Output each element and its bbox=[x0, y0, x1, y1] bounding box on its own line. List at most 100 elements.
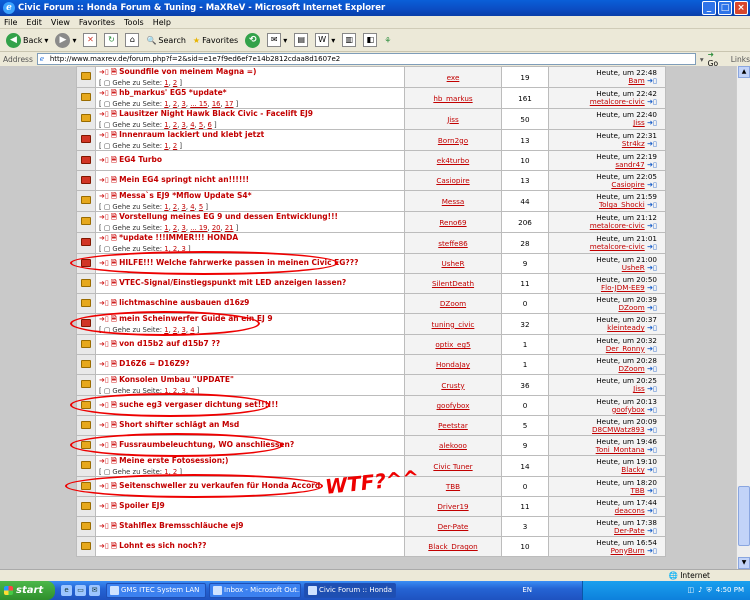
topic-author[interactable]: Peetstar bbox=[438, 421, 468, 430]
topic-title[interactable]: HILFE!!! Welche fahrwerke passen in mein… bbox=[119, 258, 358, 267]
page-link[interactable]: 1 bbox=[164, 142, 168, 150]
new-post-icon[interactable]: ➜▯ 🗎 bbox=[99, 259, 117, 267]
goto-last-post-icon[interactable]: ➜▯ bbox=[647, 221, 657, 230]
page-link[interactable]: 3 bbox=[182, 245, 186, 253]
last-post-user[interactable]: D8CMWatz893 bbox=[592, 425, 645, 434]
home-button[interactable]: ⌂ bbox=[123, 30, 141, 50]
topic-title[interactable]: Meine erste Fotosession;) bbox=[119, 456, 228, 465]
address-input[interactable]: http://www.maxrev.de/forum.php?f=2&sid=e… bbox=[36, 53, 696, 65]
tray-volume-icon[interactable]: ♪ bbox=[698, 581, 702, 600]
topic-title[interactable]: D16Z6 = D16Z9? bbox=[119, 359, 190, 368]
new-post-icon[interactable]: ➜▯ 🗎 bbox=[99, 522, 117, 530]
last-post-user[interactable]: Str4kz bbox=[622, 139, 645, 148]
page-link[interactable]: 21 bbox=[225, 224, 234, 232]
goto-last-post-icon[interactable]: ➜▯ bbox=[647, 200, 657, 209]
goto-last-post-icon[interactable]: ➜▯ bbox=[647, 425, 657, 434]
new-post-icon[interactable]: ➜▯ 🗎 bbox=[99, 457, 117, 465]
page-link[interactable]: 3 bbox=[182, 100, 186, 108]
page-link[interactable]: 1 bbox=[164, 245, 168, 253]
goto-last-post-icon[interactable]: ➜▯ bbox=[647, 118, 657, 127]
goto-last-post-icon[interactable]: ➜▯ bbox=[647, 405, 657, 414]
new-post-icon[interactable]: ➜▯ 🗎 bbox=[99, 131, 117, 139]
topic-author[interactable]: Messa bbox=[442, 197, 465, 206]
last-post-user[interactable]: metalcore-civic bbox=[590, 242, 645, 251]
last-post-user[interactable]: kleinteady bbox=[607, 323, 645, 332]
page-link[interactable]: 1 bbox=[164, 121, 168, 129]
quick-launch-ie-icon[interactable]: e bbox=[61, 585, 72, 596]
topic-title[interactable]: EG4 Turbo bbox=[119, 155, 162, 164]
last-post-user[interactable]: goofybox bbox=[612, 405, 645, 414]
goto-last-post-icon[interactable]: ➜▯ bbox=[647, 364, 657, 373]
page-link[interactable]: 3 bbox=[182, 387, 186, 395]
page-link[interactable]: 1 bbox=[164, 468, 168, 476]
page-link[interactable]: 5 bbox=[199, 203, 203, 211]
new-post-icon[interactable]: ➜▯ 🗎 bbox=[99, 441, 117, 449]
page-link[interactable]: 4 bbox=[190, 387, 194, 395]
favorites-button[interactable]: ★ Favorites bbox=[191, 30, 240, 50]
page-link[interactable]: ... 15 bbox=[190, 100, 207, 108]
topic-title[interactable]: Seitenschweller zu verkaufen für Honda A… bbox=[119, 481, 320, 490]
topic-author[interactable]: hb_markus bbox=[433, 94, 472, 103]
topic-title[interactable]: Fussraumbeleuchtung, WO anschliessen? bbox=[119, 440, 294, 449]
page-link[interactable]: 4 bbox=[190, 121, 194, 129]
page-link[interactable]: 4 bbox=[190, 203, 194, 211]
mail-button[interactable]: ✉ ▾ bbox=[265, 30, 289, 50]
page-link[interactable]: 1 bbox=[164, 224, 168, 232]
links-label[interactable]: Links bbox=[731, 55, 750, 64]
goto-last-post-icon[interactable]: ➜▯ bbox=[647, 445, 657, 454]
goto-last-post-icon[interactable]: ➜▯ bbox=[647, 242, 657, 251]
new-post-icon[interactable]: ➜▯ 🗎 bbox=[99, 502, 117, 510]
tray-network-icon[interactable]: ◫ bbox=[687, 581, 694, 600]
new-post-icon[interactable]: ➜▯ 🗎 bbox=[99, 360, 117, 368]
page-link[interactable]: 2 bbox=[173, 224, 177, 232]
page-link[interactable]: 2 bbox=[173, 203, 177, 211]
last-post-user[interactable]: Bam bbox=[628, 76, 644, 85]
discuss-button[interactable]: ▥ bbox=[340, 30, 358, 50]
goto-last-post-icon[interactable]: ➜▯ bbox=[647, 160, 657, 169]
new-post-icon[interactable]: ➜▯ 🗎 bbox=[99, 482, 117, 490]
topic-title[interactable]: hb_markus' EG5 *update* bbox=[119, 88, 227, 97]
menu-help[interactable]: Help bbox=[153, 16, 171, 28]
topic-title[interactable]: von d15b2 auf d15b7 ?? bbox=[119, 339, 220, 348]
topic-title[interactable]: mein Scheinwerfer Guide an ein EJ 9 bbox=[119, 314, 272, 323]
goto-last-post-icon[interactable]: ➜▯ bbox=[647, 486, 657, 495]
new-post-icon[interactable]: ➜▯ 🗎 bbox=[99, 401, 117, 409]
last-post-user[interactable]: Tolga_Shocki bbox=[599, 200, 645, 209]
goto-last-post-icon[interactable]: ➜▯ bbox=[647, 526, 657, 535]
goto-last-post-icon[interactable]: ➜▯ bbox=[647, 180, 657, 189]
goto-last-post-icon[interactable]: ➜▯ bbox=[647, 303, 657, 312]
new-post-icon[interactable]: ➜▯ 🗎 bbox=[99, 279, 117, 287]
start-button[interactable]: start bbox=[0, 581, 55, 600]
page-link[interactable]: 2 bbox=[173, 326, 177, 334]
topic-title[interactable]: suche eg3 vergaser dichtung set!!!!!! bbox=[119, 400, 278, 409]
topic-author[interactable]: Reno69 bbox=[439, 218, 466, 227]
last-post-user[interactable]: Flo-JDM-EE9 bbox=[601, 283, 645, 292]
new-post-icon[interactable]: ➜▯ 🗎 bbox=[99, 89, 117, 97]
topic-author[interactable]: Civic Tuner bbox=[433, 462, 472, 471]
page-link[interactable]: 3 bbox=[182, 224, 186, 232]
goto-last-post-icon[interactable]: ➜▯ bbox=[647, 506, 657, 515]
topic-author[interactable]: ek4turbo bbox=[437, 156, 469, 165]
topic-author[interactable]: DZoom bbox=[440, 299, 466, 308]
last-post-user[interactable]: metalcore-civic bbox=[590, 97, 645, 106]
topic-author[interactable]: alekooo bbox=[439, 441, 467, 450]
topic-title[interactable]: Spoiler EJ9 bbox=[119, 501, 165, 510]
taskbar-item-inbox[interactable]: Inbox - Microsoft Out... bbox=[209, 583, 301, 598]
menu-favorites[interactable]: Favorites bbox=[79, 16, 115, 28]
goto-last-post-icon[interactable]: ➜▯ bbox=[647, 97, 657, 106]
goto-last-post-icon[interactable]: ➜▯ bbox=[647, 546, 657, 555]
topic-author[interactable]: optix_eg5 bbox=[435, 340, 470, 349]
scroll-up-arrow[interactable]: ▲ bbox=[738, 66, 750, 78]
new-post-icon[interactable]: ➜▯ 🗎 bbox=[99, 110, 117, 118]
last-post-user[interactable]: Der-Pate bbox=[614, 526, 645, 535]
print-button[interactable]: ▤ bbox=[292, 30, 310, 50]
research-button[interactable]: ◧ bbox=[361, 30, 379, 50]
new-post-icon[interactable]: ➜▯ 🗎 bbox=[99, 376, 117, 384]
topic-author[interactable]: HondaJay bbox=[436, 360, 470, 369]
goto-last-post-icon[interactable]: ➜▯ bbox=[647, 283, 657, 292]
new-post-icon[interactable]: ➜▯ 🗎 bbox=[99, 213, 117, 221]
new-post-icon[interactable]: ➜▯ 🗎 bbox=[99, 192, 117, 200]
topic-author[interactable]: Jiss bbox=[447, 115, 459, 124]
last-post-user[interactable]: DZoom bbox=[618, 303, 644, 312]
topic-author[interactable]: tuning_civic bbox=[432, 320, 475, 329]
